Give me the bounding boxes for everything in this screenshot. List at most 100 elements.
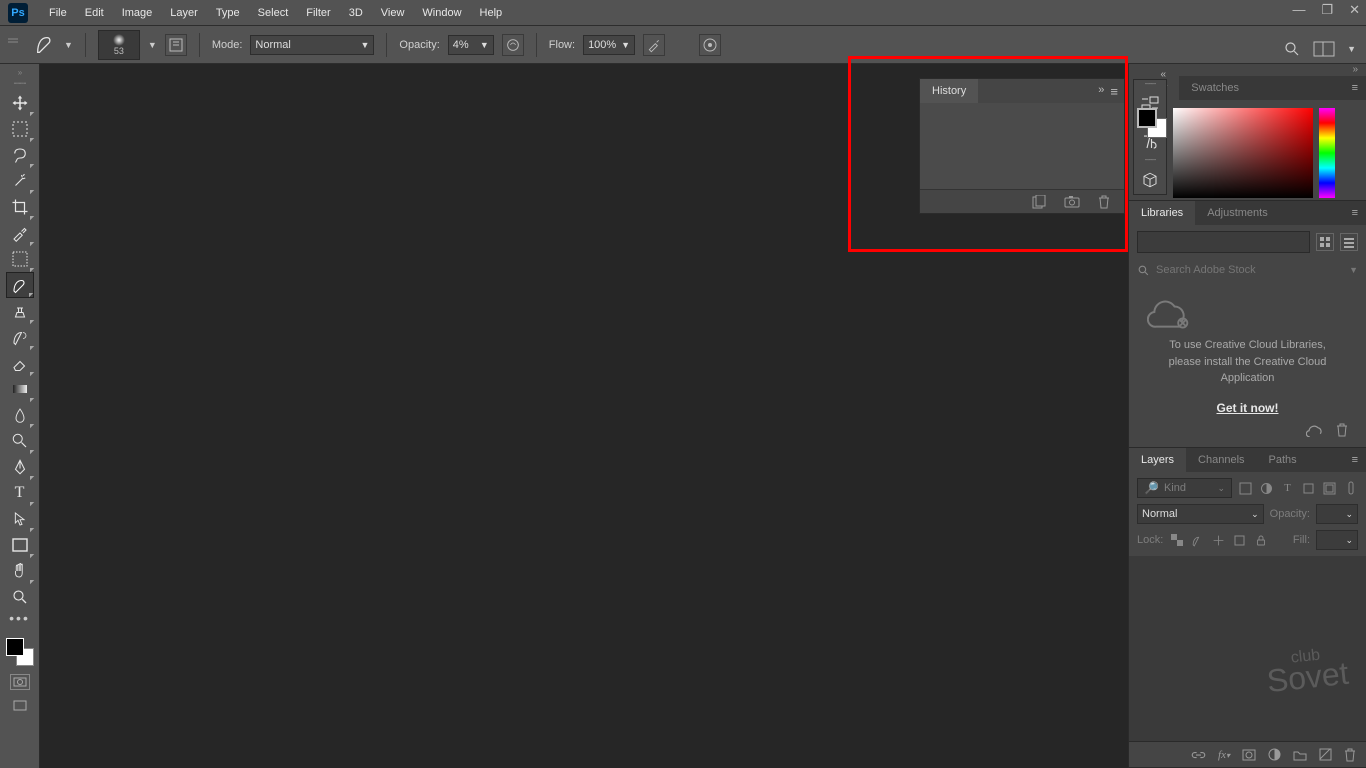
filter-type-icon[interactable]: T — [1280, 481, 1295, 496]
menu-layer[interactable]: Layer — [161, 7, 207, 19]
color-field[interactable] — [1173, 108, 1313, 198]
blur-tool[interactable] — [6, 402, 34, 428]
current-tool-icon[interactable] — [34, 34, 56, 56]
move-tool[interactable] — [6, 90, 34, 116]
menu-type[interactable]: Type — [207, 7, 249, 19]
opacity-input[interactable]: 4% ▼ — [448, 35, 494, 55]
layers-list[interactable]: club Sovet — [1129, 556, 1366, 741]
brush-panel-toggle[interactable] — [165, 34, 187, 56]
path-selection-tool[interactable] — [6, 506, 34, 532]
edit-toolbar[interactable]: ••• — [9, 610, 30, 628]
foreground-background-colors[interactable] — [6, 638, 34, 666]
clone-stamp-tool[interactable] — [6, 298, 34, 324]
color-fgbg-swatch[interactable] — [1137, 108, 1167, 138]
trash-icon[interactable] — [1336, 423, 1348, 437]
trash-icon[interactable] — [1098, 195, 1110, 209]
filter-toggle-icon[interactable] — [1343, 481, 1358, 496]
options-handle[interactable] — [8, 36, 26, 54]
lock-all-icon[interactable] — [1253, 533, 1268, 548]
eyedropper-tool[interactable] — [6, 220, 34, 246]
panel-menu-icon[interactable]: ≡ — [1344, 207, 1366, 219]
lock-pixels-icon[interactable] — [1190, 533, 1205, 548]
link-layers-icon[interactable] — [1191, 749, 1206, 761]
filter-pixel-icon[interactable] — [1238, 481, 1253, 496]
brush-preset-picker[interactable]: 53 — [98, 30, 140, 60]
swatches-tab[interactable]: Swatches — [1179, 76, 1251, 100]
lock-artboard-icon[interactable] — [1232, 533, 1247, 548]
layer-opacity-input[interactable]: ⌄ — [1316, 504, 1358, 524]
new-doc-from-state-icon[interactable] — [1031, 195, 1046, 209]
menu-select[interactable]: Select — [249, 7, 298, 19]
pen-tool[interactable] — [6, 454, 34, 480]
lasso-tool[interactable] — [6, 142, 34, 168]
trash-icon[interactable] — [1344, 748, 1356, 762]
gradient-tool[interactable] — [6, 376, 34, 402]
pressure-opacity-toggle[interactable] — [502, 34, 524, 56]
get-it-now-link[interactable]: Get it now! — [1217, 399, 1279, 417]
eraser-tool[interactable] — [6, 350, 34, 376]
chevron-down-icon[interactable]: ▼ — [148, 40, 157, 50]
panel-grip[interactable]: ┉┉┉ — [1134, 156, 1166, 166]
filter-adjust-icon[interactable] — [1259, 481, 1274, 496]
menu-view[interactable]: View — [372, 7, 414, 19]
foreground-color-swatch[interactable] — [1137, 108, 1157, 128]
history-list[interactable] — [920, 103, 1124, 189]
adjustment-layer-icon[interactable] — [1268, 748, 1281, 761]
menu-edit[interactable]: Edit — [76, 7, 113, 19]
panel-grip[interactable]: ┉┉┉ — [1134, 80, 1166, 90]
panel-grip[interactable]: ┉┉┉ — [5, 79, 35, 87]
foreground-color-swatch[interactable] — [6, 638, 24, 656]
filter-shape-icon[interactable] — [1301, 481, 1316, 496]
list-view-icon[interactable] — [1340, 233, 1358, 251]
hand-tool[interactable] — [6, 558, 34, 584]
cloud-sync-icon[interactable] — [1306, 423, 1324, 437]
group-icon[interactable] — [1293, 749, 1307, 761]
layer-style-icon[interactable]: fx▾ — [1218, 749, 1230, 761]
chevron-down-icon[interactable]: ▼ — [64, 40, 73, 50]
stock-search-input[interactable] — [1156, 264, 1343, 276]
screen-mode-toggle[interactable] — [10, 698, 30, 714]
blend-mode-dropdown[interactable]: Normal⌄ — [1137, 504, 1264, 524]
menu-filter[interactable]: Filter — [297, 7, 339, 19]
panel-menu-icon[interactable]: ≡ — [1344, 82, 1366, 94]
grid-view-icon[interactable] — [1316, 233, 1334, 251]
panel-handle[interactable]: » — [5, 68, 35, 76]
brush-tool[interactable] — [6, 272, 34, 298]
history-tab[interactable]: History — [920, 79, 978, 103]
panel-menu-icon[interactable]: ≡ — [1344, 454, 1366, 466]
quick-mask-toggle[interactable] — [10, 674, 30, 690]
zoom-tool[interactable] — [6, 584, 34, 610]
library-select-dropdown[interactable] — [1137, 231, 1310, 253]
lock-position-icon[interactable] — [1211, 533, 1226, 548]
magic-wand-tool[interactable] — [6, 168, 34, 194]
chevron-down-icon[interactable]: ▼ — [1349, 265, 1358, 275]
stock-search[interactable]: ▼ — [1137, 259, 1358, 281]
airbrush-toggle[interactable] — [643, 34, 665, 56]
dodge-tool[interactable] — [6, 428, 34, 454]
minimize-button[interactable]: — — [1292, 2, 1305, 18]
filter-smartobj-icon[interactable] — [1322, 481, 1337, 496]
channels-tab[interactable]: Channels — [1186, 448, 1256, 472]
restore-button[interactable]: ❐ — [1321, 2, 1333, 18]
panel-menu-icon[interactable]: ≡ — [1110, 84, 1118, 99]
paths-tab[interactable]: Paths — [1257, 448, 1309, 472]
menu-3d[interactable]: 3D — [340, 7, 372, 19]
chevron-down-icon[interactable]: ▼ — [1347, 44, 1356, 54]
blend-mode-dropdown[interactable]: Normal ▼ — [250, 35, 374, 55]
menu-image[interactable]: Image — [113, 7, 162, 19]
layer-mask-icon[interactable] — [1242, 749, 1256, 761]
menu-file[interactable]: File — [40, 7, 76, 19]
rectangle-tool[interactable] — [6, 532, 34, 558]
lock-transparency-icon[interactable] — [1169, 533, 1184, 548]
adjustments-tab[interactable]: Adjustments — [1195, 201, 1280, 225]
history-brush-tool[interactable] — [6, 324, 34, 350]
3d-panel-icon[interactable] — [1134, 166, 1166, 194]
collapse-icon[interactable]: » — [1098, 84, 1104, 99]
menu-help[interactable]: Help — [471, 7, 512, 19]
pressure-size-toggle[interactable] — [699, 34, 721, 56]
layers-tab[interactable]: Layers — [1129, 448, 1186, 472]
search-icon[interactable] — [1283, 40, 1301, 58]
close-button[interactable]: ✕ — [1349, 2, 1360, 18]
arrange-documents-icon[interactable] — [1313, 41, 1335, 57]
layer-filter-kind[interactable]: 🔎 Kind ⌄ — [1137, 478, 1232, 498]
